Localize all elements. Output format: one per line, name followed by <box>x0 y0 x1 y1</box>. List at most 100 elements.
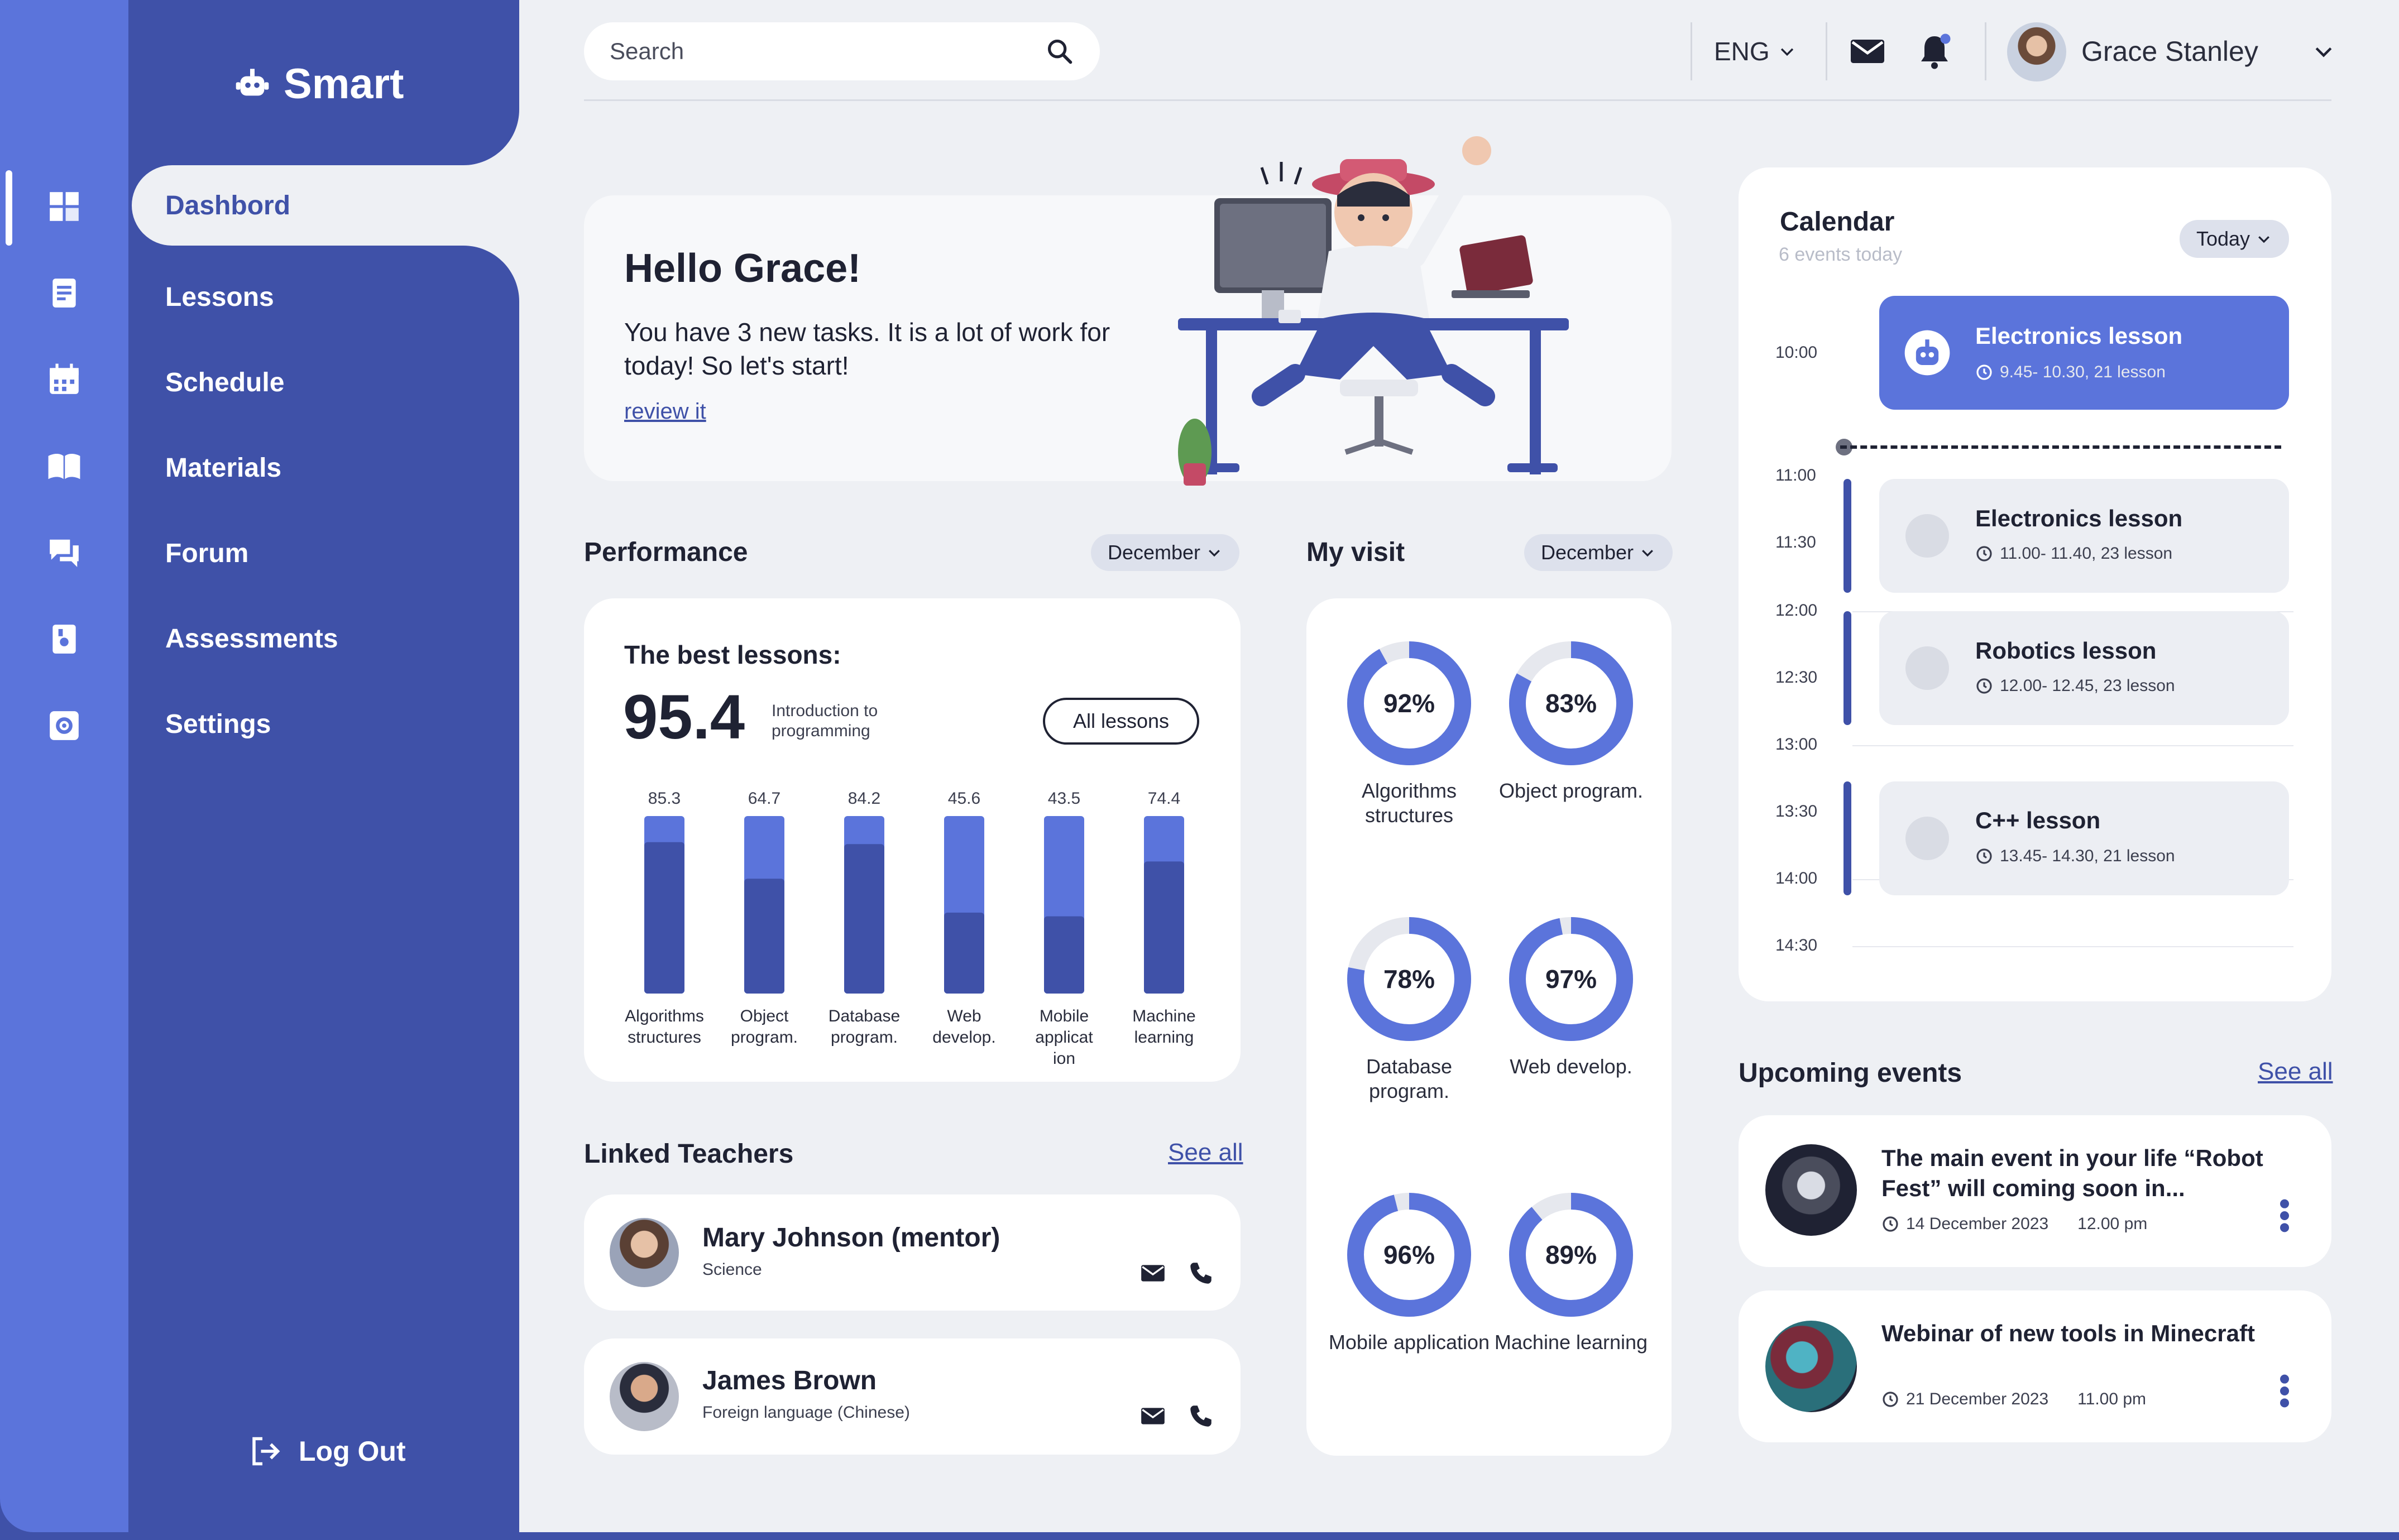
visit-title: My visit <box>1306 538 1405 567</box>
clock-icon <box>1976 848 1992 864</box>
logout-button[interactable]: Log Out <box>248 1429 406 1474</box>
month-value: December <box>1540 541 1634 564</box>
nav-item-label: Lessons <box>165 282 274 312</box>
bar[interactable] <box>1144 861 1184 994</box>
teachers-see-all-link[interactable]: See all <box>1168 1139 1243 1167</box>
teacher-subject: Science <box>702 1260 762 1279</box>
bell-icon[interactable] <box>1912 29 1957 74</box>
bar-value-label: 43.5 <box>1048 789 1080 808</box>
nav-item-label: Materials <box>165 453 282 483</box>
clock-icon <box>1976 546 1992 562</box>
event-image <box>1765 1321 1857 1412</box>
grid-line <box>1852 946 2293 947</box>
bar-category-label: Mobile <box>1040 1007 1089 1025</box>
event-marker <box>1843 611 1851 725</box>
student-illustration <box>1178 136 1569 486</box>
time-label: 13:00 <box>1775 735 1818 754</box>
search-input[interactable]: Search <box>584 22 1100 80</box>
nav-item-schedule[interactable]: Schedule <box>165 356 284 409</box>
nav-item-assessments[interactable]: Assessments <box>165 612 338 665</box>
icon-rail <box>0 0 128 1532</box>
clock-icon <box>1883 1392 1898 1407</box>
all-lessons-button[interactable]: All lessons <box>1043 698 1199 745</box>
mail-icon[interactable] <box>1139 1259 1167 1287</box>
event-meta: 12.00- 12.45, 23 lesson <box>1975 677 2175 695</box>
donut-label: Object program. <box>1498 779 1644 802</box>
nav-item-dashboard[interactable]: Dashbord <box>132 165 519 246</box>
bar[interactable] <box>644 842 684 994</box>
teacher-name: Mary Johnson (mentor) <box>702 1223 1000 1253</box>
dashboard-icon[interactable] <box>45 187 84 226</box>
event-title: Electronics lesson <box>1975 323 2183 349</box>
bar[interactable] <box>744 879 784 994</box>
best-score: 95.4 <box>623 682 745 752</box>
settings-icon[interactable] <box>45 706 84 745</box>
app-name: Smart <box>284 60 404 108</box>
forum-icon[interactable] <box>45 533 84 572</box>
performance-month-select[interactable]: December <box>1091 534 1239 571</box>
nav-item-lessons[interactable]: Lessons <box>165 270 274 324</box>
nav-item-forum[interactable]: Forum <box>165 526 248 580</box>
donut-value: 83% <box>1545 689 1597 718</box>
more-options-icon[interactable] <box>2278 1198 2291 1234</box>
chevron-down-icon[interactable] <box>2311 39 2336 64</box>
clock-icon <box>1883 1216 1898 1232</box>
event-dot <box>1905 817 1949 860</box>
language-select[interactable]: ENG <box>1714 29 1797 74</box>
logout-label: Log Out <box>299 1436 406 1467</box>
visit-month-select[interactable]: December <box>1524 534 1673 571</box>
bar[interactable] <box>844 844 884 994</box>
teacher-subject: Foreign language (Chinese) <box>702 1403 910 1422</box>
chevron-down-icon <box>1642 550 1653 557</box>
event-time: 12.00 pm <box>2077 1215 2148 1233</box>
phone-icon[interactable] <box>1187 1402 1215 1430</box>
logout-icon <box>252 1437 280 1466</box>
calendar-title: Calendar <box>1780 207 1895 237</box>
user-avatar[interactable] <box>2007 22 2066 81</box>
bar-value-label: 84.2 <box>848 789 880 808</box>
lessons-icon[interactable] <box>45 274 84 313</box>
time-label: 12:00 <box>1775 601 1818 620</box>
bar-category-label: ion <box>1053 1049 1075 1068</box>
time-label: 10:00 <box>1775 343 1818 362</box>
bar[interactable] <box>1044 916 1084 994</box>
divider <box>1691 22 1692 80</box>
event-meta: 9.45- 10.30, 21 lesson <box>1975 363 2166 382</box>
user-name[interactable]: Grace Stanley <box>2081 29 2258 74</box>
event-meta: 14 December 2023 12.00 pm <box>1881 1215 2147 1234</box>
mail-icon[interactable] <box>1845 29 1890 74</box>
event-title: Robotics lesson <box>1975 637 2157 664</box>
donut-value: 92% <box>1383 689 1435 718</box>
clock-icon <box>1976 678 1992 694</box>
donut-value: 89% <box>1545 1240 1597 1269</box>
event-meta: 11.00- 11.40, 23 lesson <box>1975 544 2172 563</box>
upcoming-see-all-link[interactable]: See all <box>2258 1058 2333 1086</box>
teacher-card[interactable] <box>584 1338 1241 1455</box>
more-options-icon[interactable] <box>2278 1373 2291 1409</box>
nav-item-label: Settings <box>165 709 271 739</box>
mail-icon[interactable] <box>1139 1402 1167 1430</box>
review-link[interactable]: review it <box>624 399 706 424</box>
donut-value: 78% <box>1383 965 1435 994</box>
phone-icon[interactable] <box>1187 1259 1215 1287</box>
robot-icon <box>1904 330 1950 376</box>
language-value: ENG <box>1714 37 1770 66</box>
book-icon[interactable] <box>45 447 84 486</box>
nav-item-settings[interactable]: Settings <box>165 697 271 751</box>
calendar-icon[interactable] <box>45 360 84 399</box>
nav-item-label: Dashbord <box>165 190 291 220</box>
teacher-avatar <box>610 1218 679 1287</box>
time-label: 14:30 <box>1775 936 1818 954</box>
nav-item-materials[interactable]: Materials <box>165 441 281 495</box>
performance-title: Performance <box>584 538 748 567</box>
donut-label: Web develop. <box>1510 1055 1632 1078</box>
app-logo[interactable]: Smart <box>234 59 404 109</box>
month-value: December <box>1107 541 1201 564</box>
assessments-icon[interactable] <box>45 620 84 659</box>
calendar-filter-select[interactable]: Today <box>2180 220 2289 258</box>
bar-category-label: Algorithms <box>625 1007 704 1025</box>
grid-line <box>1852 745 2293 746</box>
search-icon[interactable] <box>1045 37 1074 66</box>
bar[interactable] <box>944 912 984 994</box>
nav-notch-top <box>463 109 519 165</box>
